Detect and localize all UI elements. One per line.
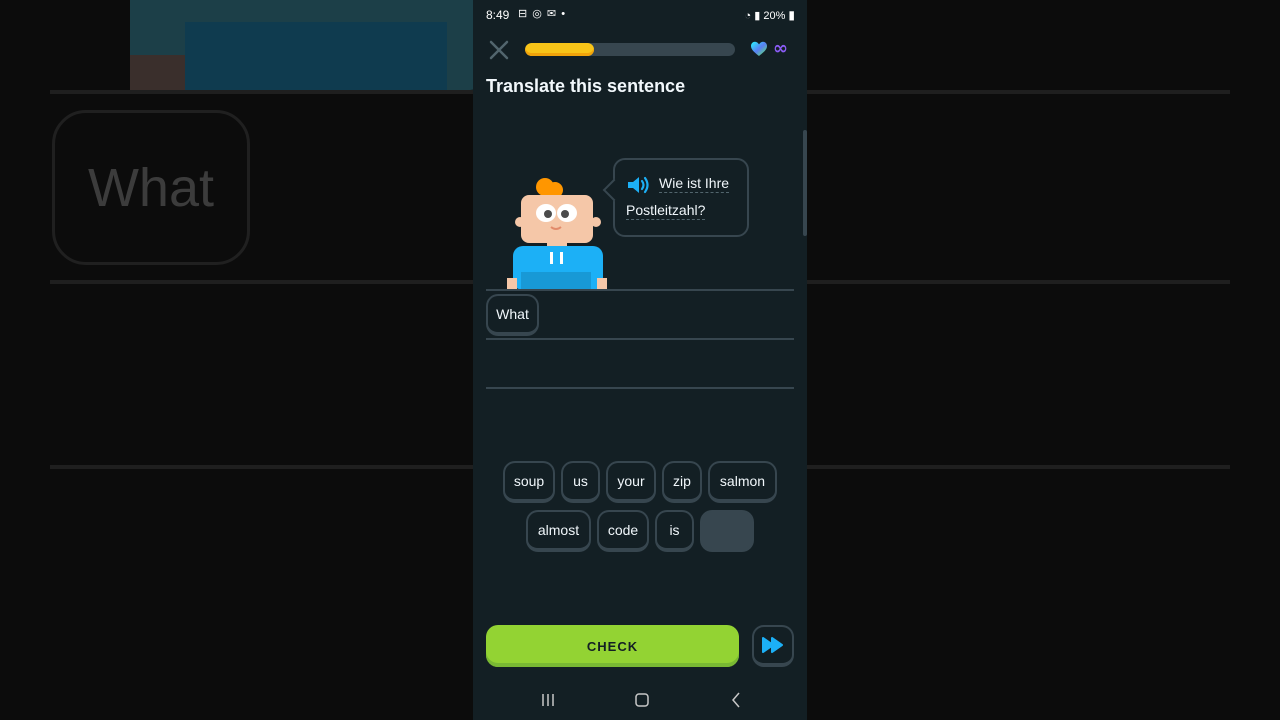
word-bank-chip[interactable]: us bbox=[561, 461, 600, 503]
phone-screen: 8:49 ⊟ ◎ ✉ • ◔ ▮ 20% ▮ ∞ Translate this s… bbox=[473, 0, 807, 720]
speech-bubble: Wie ist Ihre Postleitzahl? bbox=[602, 158, 749, 237]
background-word-chip: What bbox=[52, 110, 250, 265]
exercise-title: Translate this sentence bbox=[486, 76, 686, 96]
word-bank-empty-slot bbox=[700, 510, 754, 552]
character-illustration bbox=[507, 178, 607, 290]
back-icon[interactable] bbox=[724, 690, 748, 710]
word-bank-chip[interactable]: almost bbox=[526, 510, 591, 552]
answer-word-chip[interactable]: What bbox=[486, 294, 539, 336]
status-bar: 8:49 ⊟ ◎ ✉ • ◔ ▮ 20% ▮ bbox=[473, 0, 807, 30]
system-icons: ◔ ▮ 20% ▮ bbox=[745, 8, 795, 22]
lesson-progress-fill bbox=[525, 43, 595, 56]
prompt-text-line-2[interactable]: Postleitzahl? bbox=[626, 202, 706, 220]
close-icon[interactable] bbox=[488, 39, 510, 61]
signal-icon: ▮ bbox=[754, 10, 761, 22]
notification-icons: ⊟ ◎ ✉ • bbox=[518, 8, 567, 20]
wifi-icon: ◔ bbox=[744, 10, 752, 22]
word-bank-chip[interactable]: zip bbox=[662, 461, 702, 503]
status-time: 8:49 bbox=[486, 8, 510, 22]
word-bank-chip[interactable]: soup bbox=[503, 461, 555, 503]
home-icon[interactable] bbox=[630, 690, 654, 710]
battery-icon: ▮ bbox=[788, 8, 795, 22]
answer-line bbox=[486, 338, 794, 340]
prompt-text-line-1[interactable]: Wie ist Ihre bbox=[659, 175, 730, 193]
background-character-blur bbox=[130, 0, 490, 90]
word-bank-chip[interactable]: code bbox=[597, 510, 649, 552]
battery-percent: 20% bbox=[763, 10, 786, 22]
word-bank-chip[interactable]: is bbox=[655, 510, 694, 552]
skip-button[interactable] bbox=[752, 625, 794, 667]
word-bank-chip[interactable]: your bbox=[606, 461, 656, 503]
heart-icon[interactable] bbox=[750, 40, 768, 58]
word-bank-chip[interactable]: salmon bbox=[708, 461, 777, 503]
speaker-icon[interactable] bbox=[626, 174, 652, 196]
fast-forward-icon bbox=[762, 637, 783, 653]
lesson-progress-bar bbox=[525, 43, 735, 56]
check-button[interactable]: CHECK bbox=[486, 625, 739, 667]
infinity-icon: ∞ bbox=[773, 38, 788, 59]
recent-apps-icon[interactable] bbox=[536, 690, 560, 710]
android-nav-bar bbox=[473, 680, 807, 720]
answer-line bbox=[486, 387, 794, 389]
scrollbar[interactable] bbox=[803, 130, 807, 236]
answer-line bbox=[486, 289, 794, 291]
